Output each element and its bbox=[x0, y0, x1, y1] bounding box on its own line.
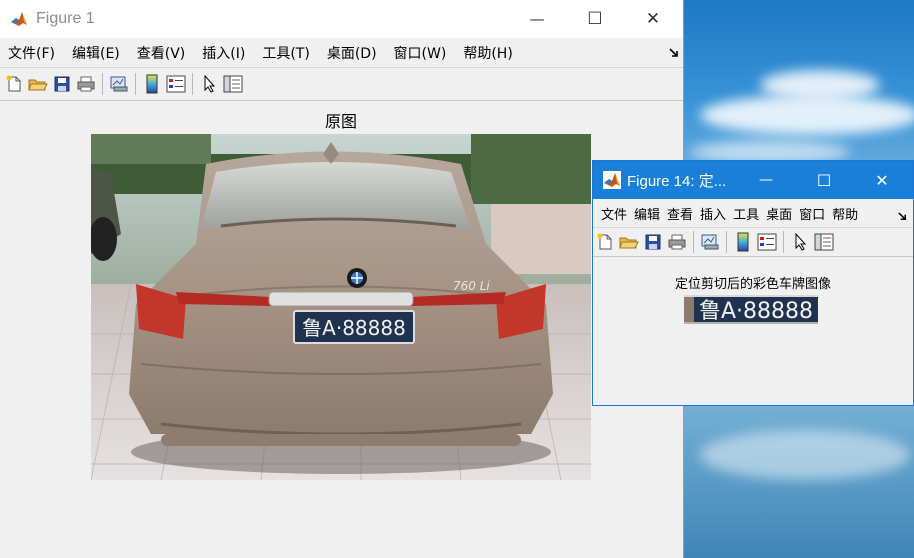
axes-title: 定位剪切后的彩色车牌图像 bbox=[674, 277, 831, 292]
matlab-icon bbox=[10, 10, 28, 28]
menu-bar: 文件(F) 编辑(E) 查看(V) 插入(I) 工具(T) 桌面(D) 窗口(W… bbox=[0, 38, 683, 67]
toolbar-separator bbox=[726, 231, 727, 253]
save-icon[interactable] bbox=[50, 72, 74, 96]
maximize-button[interactable]: ☐ bbox=[566, 0, 624, 38]
colorbar-icon[interactable] bbox=[731, 230, 755, 254]
figure-14-window: Figure 14: 定... — ☐ ✕ 文件 编辑 查看 插入 工具 桌面 … bbox=[592, 160, 914, 406]
link-plot-icon[interactable] bbox=[107, 72, 131, 96]
pointer-icon[interactable] bbox=[197, 72, 221, 96]
cloud bbox=[760, 70, 880, 100]
menu-file[interactable]: 文件 bbox=[601, 204, 627, 223]
toolbar-separator bbox=[192, 73, 193, 95]
model-badge: 760 Li bbox=[453, 279, 490, 293]
new-figure-icon[interactable] bbox=[593, 230, 617, 254]
menu-view[interactable]: 查看 bbox=[667, 204, 693, 223]
dock-arrow-icon[interactable] bbox=[897, 207, 908, 226]
menu-file[interactable]: 文件(F) bbox=[8, 43, 55, 63]
menu-insert[interactable]: 插入(I) bbox=[202, 43, 245, 63]
legend-icon[interactable] bbox=[164, 72, 188, 96]
cropped-plate-text: 鲁A·88888 bbox=[699, 299, 813, 324]
menu-insert[interactable]: 插入 bbox=[700, 204, 726, 223]
new-figure-icon[interactable] bbox=[2, 72, 26, 96]
toolbar-separator bbox=[783, 231, 784, 253]
cropped-plate-image: 鲁A·88888 bbox=[684, 295, 818, 324]
link-plot-icon[interactable] bbox=[698, 230, 722, 254]
window-title: Figure 1 bbox=[36, 10, 95, 27]
license-plate-text: 鲁A·88888 bbox=[302, 316, 406, 340]
property-editor-icon[interactable] bbox=[812, 230, 836, 254]
menu-tools[interactable]: 工具(T) bbox=[262, 43, 309, 63]
open-file-icon[interactable] bbox=[617, 230, 641, 254]
menu-help[interactable]: 帮助 bbox=[832, 204, 858, 223]
menu-desktop[interactable]: 桌面(D) bbox=[327, 43, 377, 63]
menu-tools[interactable]: 工具 bbox=[733, 204, 759, 223]
menu-help[interactable]: 帮助(H) bbox=[463, 43, 512, 63]
property-editor-icon[interactable] bbox=[221, 72, 245, 96]
close-button[interactable]: ✕ bbox=[853, 161, 911, 199]
save-icon[interactable] bbox=[641, 230, 665, 254]
pointer-icon[interactable] bbox=[788, 230, 812, 254]
figure-toolbar bbox=[593, 227, 913, 257]
axes-title: 原图 bbox=[324, 112, 357, 131]
menu-window[interactable]: 窗口(W) bbox=[394, 43, 447, 63]
menu-bar: 文件 编辑 查看 插入 工具 桌面 窗口 帮助 bbox=[593, 199, 913, 227]
minimize-button[interactable]: — bbox=[508, 0, 566, 38]
print-icon[interactable] bbox=[74, 72, 98, 96]
figure-toolbar bbox=[0, 67, 683, 101]
cloud bbox=[700, 95, 914, 135]
window-title: Figure 14: 定... bbox=[627, 172, 727, 190]
toolbar-separator bbox=[135, 73, 136, 95]
maximize-button[interactable]: ☐ bbox=[795, 161, 853, 199]
close-button[interactable]: ✕ bbox=[624, 0, 682, 38]
menu-edit[interactable]: 编辑 bbox=[634, 204, 660, 223]
open-file-icon[interactable] bbox=[26, 72, 50, 96]
title-bar[interactable]: Figure 1 — ☐ ✕ bbox=[0, 0, 683, 38]
legend-icon[interactable] bbox=[755, 230, 779, 254]
print-icon[interactable] bbox=[665, 230, 689, 254]
toolbar-separator bbox=[102, 73, 103, 95]
dock-arrow-icon[interactable] bbox=[668, 44, 680, 63]
menu-edit[interactable]: 编辑(E) bbox=[72, 43, 120, 63]
car-photo: 760 Li 鲁A·88888 bbox=[91, 134, 591, 480]
cloud bbox=[700, 430, 910, 480]
minimize-button[interactable]: — bbox=[737, 161, 795, 199]
colorbar-icon[interactable] bbox=[140, 72, 164, 96]
toolbar-separator bbox=[693, 231, 694, 253]
matlab-icon bbox=[603, 171, 621, 189]
title-bar[interactable]: Figure 14: 定... — ☐ ✕ bbox=[593, 161, 913, 199]
menu-desktop[interactable]: 桌面 bbox=[766, 204, 792, 223]
menu-view[interactable]: 查看(V) bbox=[137, 43, 186, 63]
menu-window[interactable]: 窗口 bbox=[799, 204, 825, 223]
figure-1-window: Figure 1 — ☐ ✕ 文件(F) 编辑(E) 查看(V) 插入(I) 工… bbox=[0, 0, 684, 558]
